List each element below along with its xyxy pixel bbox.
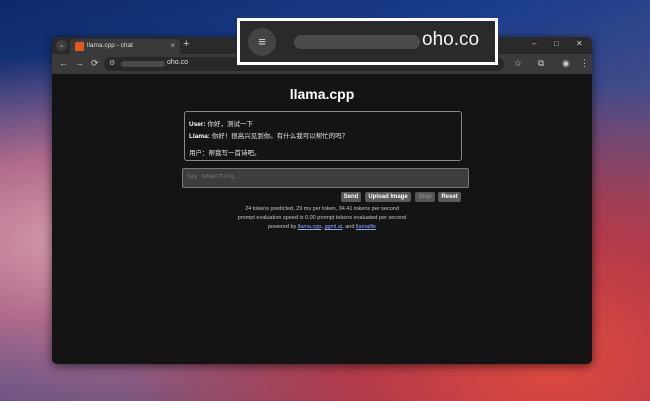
- redacted-url-zoomed: [294, 35, 420, 49]
- message-speaker: User:: [189, 121, 206, 128]
- bookmark-star-icon[interactable]: ☆: [514, 58, 522, 69]
- powered-by-prefix: powered by: [267, 224, 297, 230]
- back-button[interactable]: ←: [59, 58, 68, 68]
- message-text: 你好，测试一下: [207, 121, 253, 128]
- site-info-icon[interactable]: ⚙: [109, 59, 115, 67]
- minimize-button[interactable]: –: [532, 39, 536, 48]
- forward-button[interactable]: →: [75, 58, 84, 68]
- chat-message: 用户：帮我写一首诗吧。: [189, 147, 261, 157]
- tab-search-icon[interactable]: ⌄: [56, 40, 67, 51]
- menu-icon[interactable]: ⋮: [580, 58, 589, 69]
- prompt-placeholder: Say something...: [187, 173, 245, 180]
- page-title: llama.cpp: [289, 86, 355, 102]
- url-zoom-callout: ≡ oho.co: [237, 18, 498, 65]
- reload-button[interactable]: ⟳: [91, 58, 99, 69]
- chat-message: User: 你好，测试一下: [189, 118, 253, 128]
- stop-button[interactable]: Stop: [415, 192, 435, 202]
- upload-image-button[interactable]: Upload Image: [365, 192, 411, 202]
- browser-window: ⌄ llama.cpp - chat × + – □ ✕ ← → ⟳ ⚙ oho…: [52, 37, 592, 364]
- chat-message: Llama: 你好！很高兴见到你。有什么我可以帮忙的吗？: [189, 130, 348, 140]
- llama-favicon-icon: [75, 42, 84, 51]
- separator: , and: [342, 224, 355, 230]
- extensions-icon[interactable]: ⧉: [538, 58, 544, 69]
- powered-by: powered by llama.cpp, ggml.ai, and llama…: [52, 224, 592, 230]
- browser-tab[interactable]: llama.cpp - chat ×: [70, 39, 180, 54]
- redacted-url: [121, 61, 165, 67]
- tab-title: llama.cpp - chat: [87, 42, 133, 49]
- maximize-button[interactable]: □: [554, 39, 559, 48]
- token-stats: 24 tokens predicted, 29 ms per token, 34…: [245, 206, 399, 212]
- send-button[interactable]: Send: [341, 192, 361, 202]
- message-text: 用户：帮我写一首诗吧。: [189, 150, 261, 157]
- close-window-button[interactable]: ✕: [576, 39, 583, 48]
- llama-cpp-link[interactable]: llama.cpp: [298, 224, 322, 230]
- zoomed-url: oho.co: [422, 29, 480, 50]
- tab-close-icon[interactable]: ×: [170, 41, 175, 50]
- address-url: oho.co: [167, 59, 189, 66]
- ggml-ai-link[interactable]: ggml.ai: [324, 224, 342, 230]
- prompt-eval-stats: prompt evaluation speed is 0.00 prompt t…: [237, 215, 407, 221]
- prompt-textarea[interactable]: Say something...: [182, 168, 469, 188]
- profile-icon[interactable]: ◉: [562, 58, 570, 69]
- chat-log: User: 你好，测试一下 Llama: 你好！很高兴见到你。有什么我可以帮忙的…: [184, 111, 462, 161]
- reset-button[interactable]: Reset: [438, 192, 461, 202]
- message-speaker: Llama:: [189, 133, 210, 140]
- message-text: 你好！很高兴见到你。有什么我可以帮忙的吗？: [211, 133, 349, 140]
- separator: ,: [321, 224, 323, 230]
- new-tab-button[interactable]: +: [183, 38, 189, 50]
- llamafile-link[interactable]: llamafile: [356, 224, 376, 230]
- site-settings-icon: ≡: [248, 28, 276, 56]
